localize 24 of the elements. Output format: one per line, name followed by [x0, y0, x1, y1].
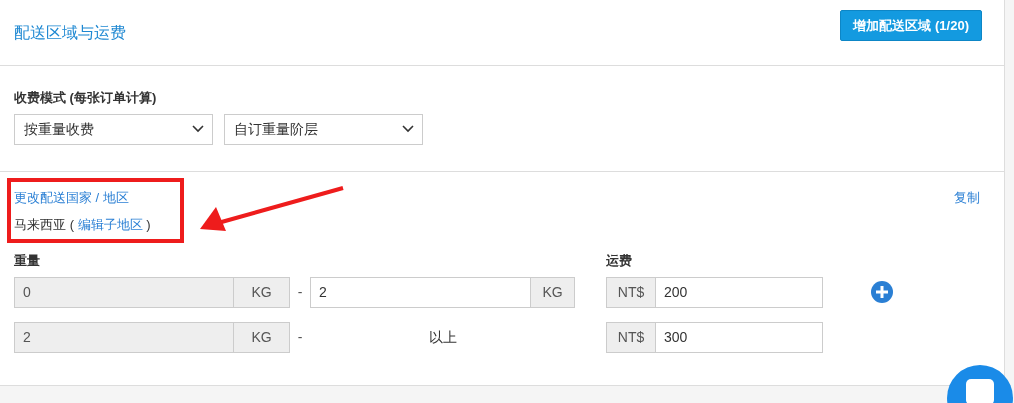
unit-addon: KG	[531, 276, 575, 308]
range-dash: -	[296, 327, 304, 347]
dropdown-select[interactable]: 自订重量阶层	[224, 113, 423, 145]
range-dash: -	[296, 282, 304, 302]
fee-mode-label: 收费模式 (每张订单计算)	[14, 89, 158, 107]
edit-subregion-link[interactable]: 编辑子地区	[77, 216, 143, 232]
chevron-down-icon	[192, 125, 204, 133]
section-title: 配送区域与运费	[14, 22, 126, 43]
above-label: 以上	[428, 327, 457, 347]
chevron-down-icon	[402, 125, 414, 133]
dropdown-select[interactable]: 按重量收费	[14, 113, 213, 145]
weight-to-field[interactable]: 2	[310, 276, 531, 308]
shipping-fee-field[interactable]: 300	[656, 321, 823, 353]
unit-addon: KG	[234, 321, 290, 353]
region-text: 马来西亚 ( 编辑子地区 )	[14, 215, 152, 234]
fee-label: 运费	[606, 252, 632, 270]
shipping-fee-field[interactable]: 200	[656, 276, 823, 308]
add-icon[interactable]	[870, 281, 893, 303]
unit-addon: KG	[234, 276, 290, 308]
change-region-link[interactable]: 更改配送国家 / 地区	[14, 188, 129, 208]
currency-addon: NT$	[606, 276, 656, 308]
copy-link[interactable]: 复制	[954, 188, 980, 208]
currency-addon: NT$	[606, 321, 656, 353]
weight-label: 重量	[14, 252, 41, 270]
